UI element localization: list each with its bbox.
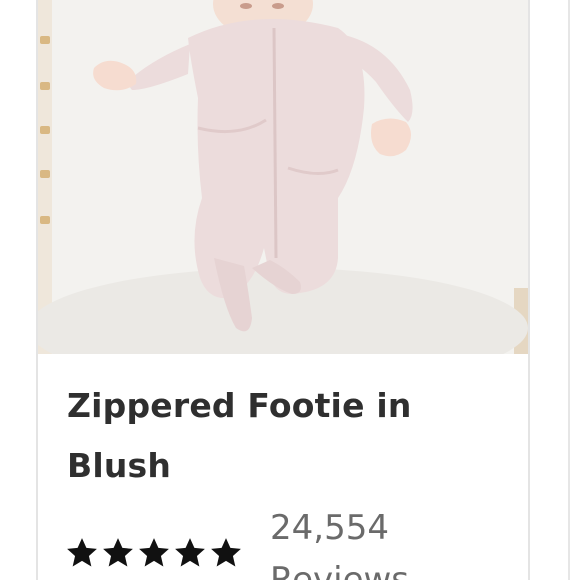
next-product-card-edge[interactable] <box>568 0 580 580</box>
star-icon <box>175 538 205 567</box>
star-icon <box>139 538 169 567</box>
product-title[interactable]: Zippered Footie in Blush <box>67 376 507 496</box>
review-count[interactable]: 24,554 <box>270 508 389 548</box>
product-image[interactable] <box>38 0 528 354</box>
star-rating <box>65 536 243 570</box>
star-icon <box>67 538 97 567</box>
baby-footie-photo-icon <box>38 0 528 354</box>
review-label[interactable]: Reviews <box>270 560 409 580</box>
star-icon <box>211 538 241 567</box>
star-icon <box>103 538 133 567</box>
rating-row: 24,554 Reviews <box>65 508 525 580</box>
product-card[interactable]: Zippered Footie in Blush 24,554 Reviews <box>36 0 530 580</box>
product-carousel: Zippered Footie in Blush 24,554 Reviews <box>0 0 580 580</box>
